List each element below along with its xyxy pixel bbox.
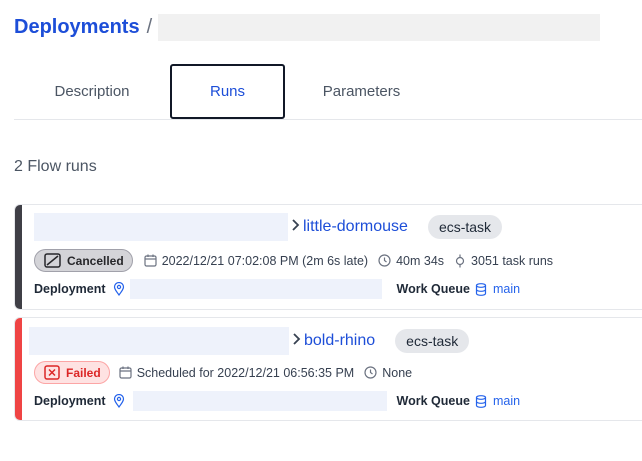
flow-run-count: 2 Flow runs (14, 158, 97, 175)
flow-run-header: little-dormouse ecs-task (34, 213, 503, 241)
calendar-icon (144, 254, 157, 267)
state-accent-stripe (15, 205, 22, 309)
flow-run-meta: Cancelled 2022/12/21 07:02:08 PM (2m 6s … (34, 249, 553, 272)
state-badge: Cancelled (34, 249, 133, 272)
task-run-count: 3051 task runs (454, 254, 553, 268)
database-icon (475, 282, 487, 296)
flow-run-footer: Deployment Work Queue main (34, 391, 520, 411)
tab-runs[interactable]: Runs (170, 64, 285, 119)
deployment-label: Deployment (34, 282, 106, 296)
x-square-icon (44, 365, 60, 380)
breadcrumb-deployments-link[interactable]: Deployments (14, 16, 140, 39)
tab-bar: Description Runs Parameters (14, 64, 642, 120)
flow-run-header: bold-rhino ecs-task (29, 327, 470, 355)
chevron-right-icon (292, 332, 301, 351)
start-time: 2022/12/21 07:02:08 PM (2m 6s late) (144, 254, 368, 268)
flow-run-card[interactable]: bold-rhino ecs-task Failed Scheduled for… (14, 317, 642, 421)
work-queue-label: Work Queue (396, 282, 470, 296)
scheduled-time: Scheduled for 2022/12/21 06:56:35 PM (119, 366, 354, 380)
flow-name-redacted (29, 327, 289, 355)
database-icon (475, 394, 487, 408)
flow-run-card[interactable]: little-dormouse ecs-task Cancelled 2022/… (14, 204, 642, 310)
flow-run-name-link[interactable]: bold-rhino (304, 332, 375, 350)
chevron-right-icon (291, 218, 300, 237)
breadcrumb: Deployments / (14, 12, 601, 42)
breadcrumb-deployment-name-redacted (158, 13, 601, 41)
deployment-name-redacted[interactable] (129, 279, 382, 299)
tag-badge: ecs-task (427, 215, 503, 239)
tag-badge: ecs-task (395, 329, 470, 353)
clock-icon (378, 254, 391, 267)
flow-run-name-link[interactable]: little-dormouse (303, 218, 408, 236)
cancel-square-icon (44, 253, 61, 268)
tab-parameters[interactable]: Parameters (285, 64, 438, 119)
map-pin-icon (113, 282, 125, 296)
flow-run-footer: Deployment Work Queue main (34, 279, 520, 299)
state-label: Failed (66, 365, 101, 380)
clock-icon (364, 366, 377, 379)
run-duration: None (364, 366, 412, 380)
state-accent-stripe (15, 318, 22, 420)
breadcrumb-separator: / (146, 15, 153, 38)
tab-description[interactable]: Description (14, 64, 170, 119)
work-queue-link[interactable]: main (493, 394, 520, 408)
work-queue-link[interactable]: main (493, 282, 520, 296)
calendar-icon (119, 366, 132, 379)
work-queue-label: Work Queue (396, 394, 470, 408)
task-run-icon (455, 254, 465, 267)
state-label: Cancelled (67, 253, 124, 268)
deployment-label: Deployment (34, 394, 106, 408)
flow-name-redacted (34, 213, 288, 241)
deployment-name-redacted[interactable] (132, 391, 387, 411)
flow-run-meta: Failed Scheduled for 2022/12/21 06:56:35… (34, 361, 412, 384)
map-pin-icon (113, 394, 125, 408)
state-badge: Failed (34, 361, 110, 384)
run-duration: 40m 34s (378, 254, 444, 268)
